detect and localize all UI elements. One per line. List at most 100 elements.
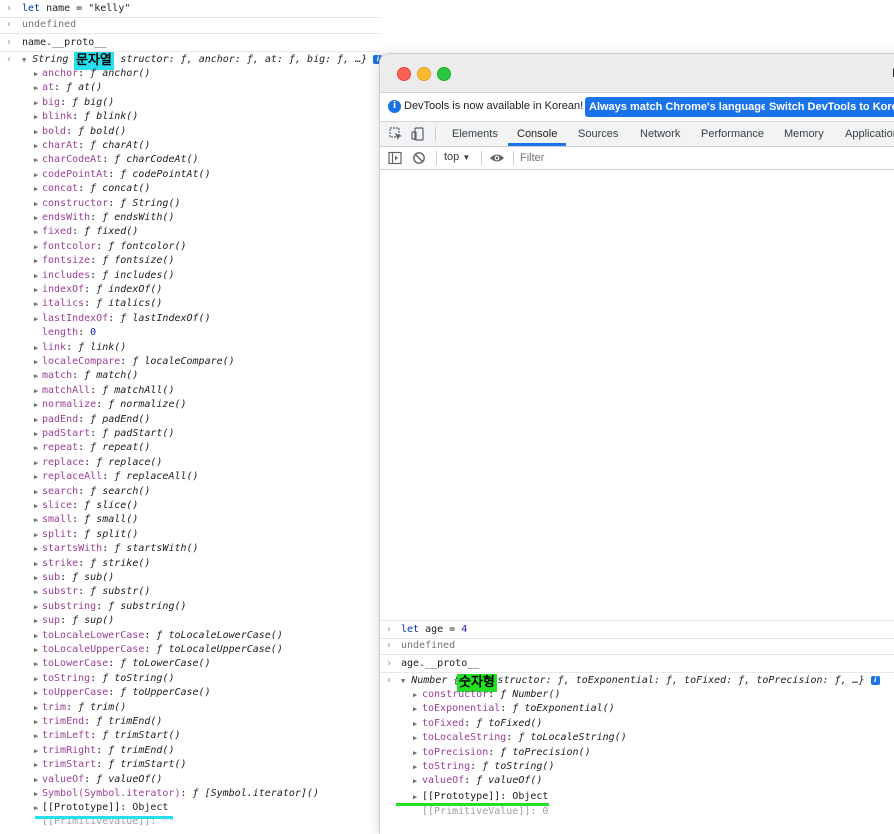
expand-triangle-right-icon[interactable]: ▶ [34, 787, 38, 801]
property-value: ƒ substring() [108, 600, 187, 612]
context-select[interactable]: top ▼ [444, 151, 470, 163]
expand-triangle-right-icon[interactable]: ▶ [34, 125, 38, 139]
expand-triangle-right-icon[interactable]: ▶ [34, 456, 38, 470]
close-window-button[interactable] [397, 67, 411, 81]
property-value: ƒ anchor() [90, 68, 151, 79]
tab-sources[interactable]: Sources [578, 122, 618, 146]
expand-triangle-right-icon[interactable]: ▶ [413, 760, 417, 774]
expand-triangle-right-icon[interactable]: ▶ [34, 729, 38, 743]
expand-triangle-right-icon[interactable]: ▶ [34, 81, 38, 95]
expand-triangle-right-icon[interactable]: ▶ [34, 312, 38, 326]
property-value: ƒ repeat() [90, 442, 151, 454]
expand-triangle-right-icon[interactable]: ▶ [34, 657, 38, 671]
expand-triangle-right-icon[interactable]: ▶ [34, 557, 38, 571]
expand-triangle-right-icon[interactable]: ▶ [34, 542, 38, 556]
devtools-tab-bar: Elements Console Sources Network Perform… [380, 122, 894, 147]
expand-triangle-right-icon[interactable]: ▶ [34, 369, 38, 383]
expand-triangle-right-icon[interactable]: ▶ [34, 513, 38, 527]
expand-triangle-right-icon[interactable]: ▶ [34, 240, 38, 254]
expand-triangle-right-icon[interactable]: ▶ [34, 629, 38, 643]
live-expression-eye-icon[interactable] [489, 152, 505, 164]
expand-triangle-right-icon[interactable]: ▶ [34, 643, 38, 657]
expand-triangle-right-icon[interactable]: ▶ [34, 744, 38, 758]
clear-console-icon[interactable] [412, 151, 426, 165]
switch-to-korean-button[interactable]: Switch DevTools to Korean [765, 97, 894, 117]
expand-triangle-right-icon[interactable]: ▶ [34, 67, 38, 81]
device-toolbar-icon[interactable] [411, 127, 425, 141]
expand-triangle-right-icon[interactable]: ▶ [34, 398, 38, 412]
expand-triangle-right-icon[interactable]: ▶ [34, 499, 38, 513]
expand-triangle-right-icon[interactable]: ▶ [34, 571, 38, 585]
expand-triangle-right-icon[interactable]: ▶ [413, 790, 417, 804]
expand-triangle-right-icon[interactable]: ▶ [34, 168, 38, 182]
tab-network[interactable]: Network [640, 122, 680, 146]
expand-triangle-down-icon[interactable]: ▼ [401, 677, 405, 685]
inspect-element-icon[interactable] [389, 127, 403, 141]
expand-triangle-right-icon[interactable]: ▶ [34, 384, 38, 398]
expand-triangle-right-icon[interactable]: ▶ [413, 774, 417, 788]
info-icon: i [388, 100, 401, 113]
expand-triangle-right-icon[interactable]: ▶ [34, 297, 38, 311]
tab-performance[interactable]: Performance [701, 122, 764, 146]
maximize-window-button[interactable] [437, 67, 451, 81]
expand-triangle-right-icon[interactable]: ▶ [34, 427, 38, 441]
expand-triangle-right-icon[interactable]: ▶ [34, 441, 38, 455]
property-value: ƒ toUpperCase() [120, 687, 211, 699]
tab-application[interactable]: Application [845, 122, 894, 146]
expand-triangle-right-icon[interactable]: ▶ [34, 110, 38, 124]
expand-triangle-down-icon[interactable]: ▼ [22, 56, 26, 64]
expand-triangle-right-icon[interactable]: ▶ [34, 355, 38, 369]
property-value: ƒ toPrecision() [500, 746, 591, 758]
expand-triangle-right-icon[interactable]: ▶ [34, 701, 38, 715]
expand-triangle-right-icon[interactable]: ▶ [34, 614, 38, 628]
expand-triangle-right-icon[interactable]: ▶ [413, 746, 417, 760]
divider [481, 151, 482, 165]
prompt-chevron-icon: › [386, 658, 393, 669]
property-value: ƒ link() [78, 341, 127, 353]
divider [0, 51, 380, 52]
prototype-label: [[Prototype]]: Object [42, 802, 169, 813]
expand-triangle-right-icon[interactable]: ▶ [34, 600, 38, 614]
property-key: sub [42, 572, 61, 583]
expand-triangle-right-icon[interactable]: ▶ [34, 715, 38, 729]
expand-triangle-right-icon[interactable]: ▶ [34, 269, 38, 283]
expand-triangle-right-icon[interactable]: ▶ [34, 225, 38, 239]
expand-triangle-right-icon[interactable]: ▶ [34, 686, 38, 700]
show-sidebar-icon[interactable] [388, 151, 402, 165]
expand-triangle-right-icon[interactable]: ▶ [34, 283, 38, 297]
expand-triangle-right-icon[interactable]: ▶ [34, 773, 38, 787]
expand-triangle-right-icon[interactable]: ▶ [34, 96, 38, 110]
tab-elements[interactable]: Elements [452, 122, 498, 146]
expand-triangle-right-icon[interactable]: ▶ [413, 688, 417, 702]
expand-triangle-right-icon[interactable]: ▶ [34, 182, 38, 196]
always-match-language-button[interactable]: Always match Chrome's language [585, 97, 772, 117]
prompt-chevron-icon: › [6, 37, 13, 48]
expand-triangle-right-icon[interactable]: ▶ [34, 528, 38, 542]
expand-triangle-right-icon[interactable]: ▶ [34, 211, 38, 225]
expand-triangle-right-icon[interactable]: ▶ [413, 717, 417, 731]
expand-triangle-right-icon[interactable]: ▶ [34, 413, 38, 427]
expand-triangle-right-icon[interactable]: ▶ [34, 341, 38, 355]
console-filter-input[interactable] [518, 149, 894, 167]
expand-triangle-right-icon[interactable]: ▶ [34, 585, 38, 599]
property-key: toLocaleString [422, 732, 507, 744]
minimize-window-button[interactable] [417, 67, 431, 81]
expand-triangle-right-icon[interactable]: ▶ [34, 197, 38, 211]
expand-triangle-right-icon[interactable]: ▶ [34, 485, 38, 499]
property-key: toLocaleLowerCase [42, 629, 145, 641]
expand-triangle-right-icon[interactable]: ▶ [413, 702, 417, 716]
return-arrow-icon: ‹ [6, 54, 13, 65]
expand-triangle-right-icon[interactable]: ▶ [34, 153, 38, 167]
tab-memory[interactable]: Memory [784, 122, 824, 146]
expand-triangle-right-icon[interactable]: ▶ [34, 758, 38, 772]
property-key: length [42, 327, 79, 339]
property-value: ƒ trimEnd() [96, 716, 163, 727]
info-icon[interactable]: i [870, 675, 880, 685]
expand-triangle-right-icon[interactable]: ▶ [413, 731, 417, 745]
expand-triangle-right-icon[interactable]: ▶ [34, 801, 38, 815]
expand-triangle-right-icon[interactable]: ▶ [34, 470, 38, 484]
property-key: trimRight [42, 744, 97, 756]
expand-triangle-right-icon[interactable]: ▶ [34, 254, 38, 268]
expand-triangle-right-icon[interactable]: ▶ [34, 139, 38, 153]
expand-triangle-right-icon[interactable]: ▶ [34, 672, 38, 686]
